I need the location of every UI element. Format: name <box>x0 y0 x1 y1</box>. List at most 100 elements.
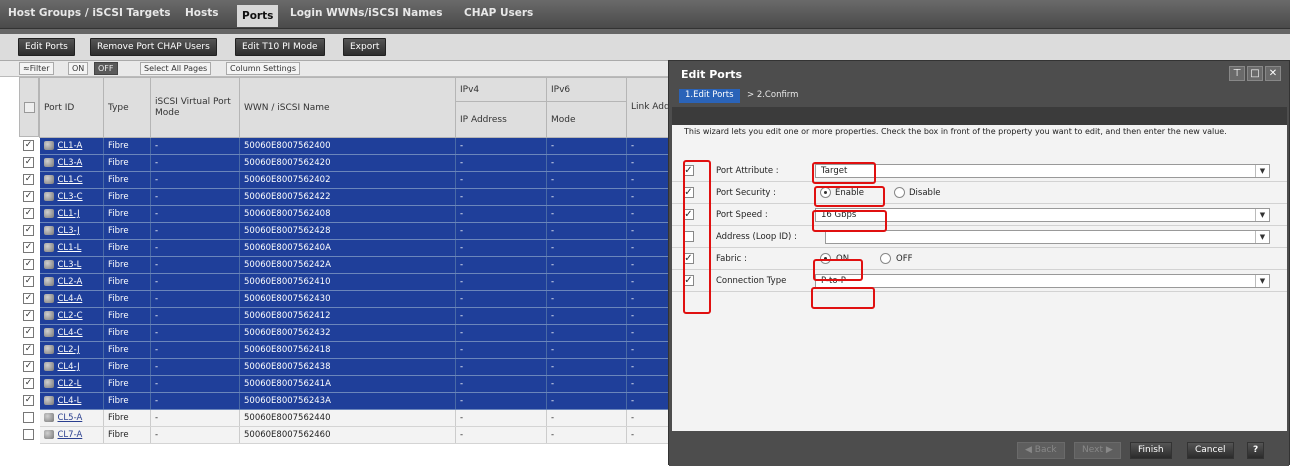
cancel-button[interactable]: Cancel <box>1187 442 1234 459</box>
port-speed-checkbox[interactable]: ✓ <box>683 209 694 220</box>
port-id-link[interactable]: CL2-J <box>58 345 80 355</box>
table-row[interactable]: CL3-L Fibre -50060E800756242A - - - <box>39 256 680 274</box>
row-checkbox[interactable]: ✓ <box>23 310 34 321</box>
filter-button[interactable]: ≈Filter <box>19 62 54 75</box>
table-row[interactable]: CL3-A Fibre -50060E8007562420- - - <box>39 154 680 172</box>
table-row[interactable]: CL2-J Fibre -50060E8007562418- - - <box>39 341 680 359</box>
close-icon[interactable]: ✕ <box>1265 66 1281 81</box>
port-id-cell[interactable]: CL1-J <box>39 205 104 223</box>
row-checkbox[interactable]: ✓ <box>23 174 34 185</box>
table-row[interactable]: CL4-J Fibre -50060E8007562438- - - <box>39 358 680 376</box>
port-id-cell[interactable]: CL1-C <box>39 171 104 189</box>
table-row[interactable]: CL2-A Fibre -50060E8007562410- - - <box>39 273 680 291</box>
port-id-cell[interactable]: CL3-J <box>39 222 104 240</box>
tab-login-wwns[interactable]: Login WWNs/iSCSI Names <box>290 7 443 19</box>
port-id-cell[interactable]: CL4-J <box>39 358 104 376</box>
table-row[interactable]: CL4-A Fibre -50060E8007562430- - - <box>39 290 680 308</box>
port-id-cell[interactable]: CL2-L <box>39 375 104 393</box>
port-id-link[interactable]: CL5-A <box>58 413 83 423</box>
port-id-link[interactable]: CL2-C <box>58 311 83 321</box>
port-id-link[interactable]: CL4-J <box>58 362 80 372</box>
port-id-cell[interactable]: CL3-L <box>39 256 104 274</box>
select-all-pages-button[interactable]: Select All Pages <box>140 62 212 75</box>
address-checkbox[interactable] <box>683 231 694 242</box>
port-id-cell[interactable]: CL7-A <box>39 426 104 444</box>
back-button[interactable]: ◀ Back <box>1017 442 1065 459</box>
port-id-link[interactable]: CL2-A <box>58 277 83 287</box>
table-row[interactable]: CL1-A Fibre -50060E8007562400- - - <box>39 137 680 155</box>
port-id-cell[interactable]: CL2-C <box>39 307 104 325</box>
port-id-link[interactable]: CL1-J <box>58 209 80 219</box>
col-ip-address[interactable]: IP Address <box>455 101 547 138</box>
table-row[interactable]: CL1-L Fibre -50060E800756240A - - - <box>39 239 680 257</box>
port-id-cell[interactable]: CL5-A <box>39 409 104 427</box>
table-row[interactable]: CL7-A Fibre -50060E8007562460- - - <box>39 426 680 444</box>
row-checkbox[interactable]: ✓ <box>23 191 34 202</box>
port-id-cell[interactable]: CL4-L <box>39 392 104 410</box>
port-id-link[interactable]: CL3-J <box>58 226 80 236</box>
connection-type-dropdown[interactable]: P-to-P ▼ <box>815 274 1270 288</box>
port-speed-dropdown[interactable]: 16 Gbps ▼ <box>815 208 1270 222</box>
row-checkbox[interactable]: ✓ <box>23 327 34 338</box>
row-checkbox[interactable] <box>23 412 34 423</box>
tab-hosts[interactable]: Hosts <box>185 7 219 19</box>
table-row[interactable]: CL4-C Fibre -50060E8007562432- - - <box>39 324 680 342</box>
row-checkbox[interactable]: ✓ <box>23 225 34 236</box>
row-checkbox[interactable]: ✓ <box>23 157 34 168</box>
port-id-cell[interactable]: CL3-A <box>39 154 104 172</box>
table-row[interactable]: CL2-L Fibre -50060E800756241A - - - <box>39 375 680 393</box>
table-row[interactable]: CL5-A Fibre -50060E8007562440- - - <box>39 409 680 427</box>
edit-ports-button[interactable]: Edit Ports <box>18 38 75 56</box>
port-id-link[interactable]: CL1-L <box>58 243 82 253</box>
select-all-checkbox[interactable] <box>24 102 35 113</box>
row-checkbox[interactable]: ✓ <box>23 208 34 219</box>
row-checkbox[interactable]: ✓ <box>23 361 34 372</box>
port-security-enable-radio[interactable] <box>820 187 831 198</box>
help-button[interactable]: ? <box>1247 442 1265 459</box>
table-row[interactable]: CL4-L Fibre -50060E800756243A - - - <box>39 392 680 410</box>
export-button[interactable]: Export <box>343 38 387 56</box>
table-row[interactable]: CL1-C Fibre -50060E8007562402- - - <box>39 171 680 189</box>
port-id-cell[interactable]: CL3-C <box>39 188 104 206</box>
remove-chap-users-button[interactable]: Remove Port CHAP Users <box>90 38 217 56</box>
col-port-id[interactable]: Port ID <box>39 77 104 138</box>
port-id-link[interactable]: CL3-L <box>58 260 82 270</box>
row-checkbox[interactable]: ✓ <box>23 276 34 287</box>
port-id-cell[interactable]: CL4-A <box>39 290 104 308</box>
port-id-cell[interactable]: CL2-A <box>39 273 104 291</box>
port-id-link[interactable]: CL2-L <box>58 379 82 389</box>
port-attribute-dropdown[interactable]: Target ▼ <box>815 164 1270 178</box>
row-checkbox[interactable]: ✓ <box>23 293 34 304</box>
port-id-link[interactable]: CL3-C <box>58 192 83 202</box>
port-id-link[interactable]: CL4-A <box>58 294 83 304</box>
row-checkbox[interactable]: ✓ <box>23 395 34 406</box>
port-id-link[interactable]: CL3-A <box>58 158 83 168</box>
row-checkbox[interactable]: ✓ <box>23 378 34 389</box>
port-id-link[interactable]: CL1-A <box>58 141 83 151</box>
filter-on-toggle[interactable]: ON <box>68 62 89 75</box>
tab-ports[interactable]: Ports <box>237 5 279 27</box>
port-id-cell[interactable]: CL1-A <box>39 137 104 155</box>
table-row[interactable]: CL1-J Fibre -50060E8007562408- - - <box>39 205 680 223</box>
maximize-icon[interactable]: □ <box>1247 66 1263 81</box>
col-wwn[interactable]: WWN / iSCSI Name <box>239 77 456 138</box>
column-settings-button[interactable]: Column Settings <box>226 62 300 75</box>
port-id-link[interactable]: CL4-C <box>58 328 83 338</box>
fabric-on-radio[interactable] <box>820 253 831 264</box>
port-id-link[interactable]: CL4-L <box>58 396 82 406</box>
table-row[interactable]: CL3-C Fibre -50060E8007562422- - - <box>39 188 680 206</box>
port-security-disable-radio[interactable] <box>894 187 905 198</box>
port-id-cell[interactable]: CL4-C <box>39 324 104 342</box>
tab-host-groups[interactable]: Host Groups / iSCSI Targets <box>8 7 171 19</box>
port-id-link[interactable]: CL7-A <box>58 430 83 440</box>
row-checkbox[interactable]: ✓ <box>23 140 34 151</box>
port-id-cell[interactable]: CL2-J <box>39 341 104 359</box>
row-checkbox[interactable]: ✓ <box>23 259 34 270</box>
row-checkbox[interactable]: ✓ <box>23 242 34 253</box>
row-checkbox[interactable]: ✓ <box>23 344 34 355</box>
row-checkbox[interactable] <box>23 429 34 440</box>
port-security-checkbox[interactable]: ✓ <box>683 187 694 198</box>
next-button[interactable]: Next ▶ <box>1074 442 1121 459</box>
col-mode[interactable]: Mode <box>546 101 627 138</box>
port-attribute-checkbox[interactable]: ✓ <box>683 165 694 176</box>
